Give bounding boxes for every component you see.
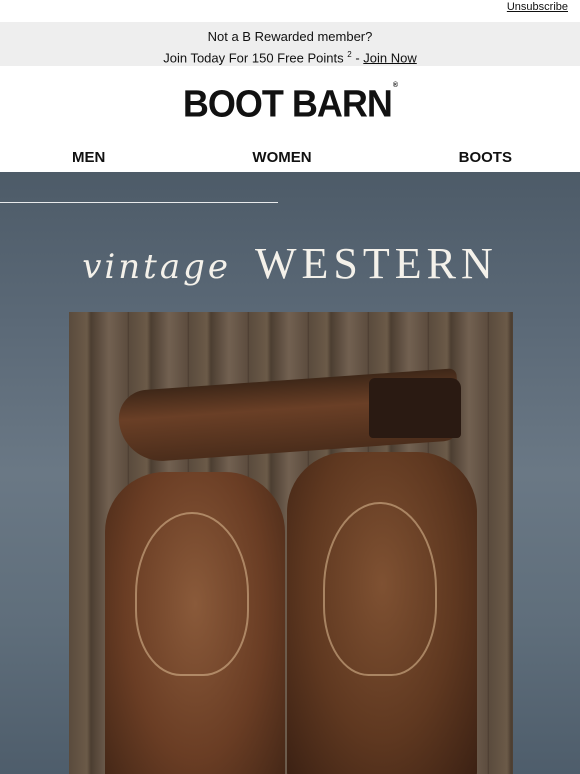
- nav-item-men[interactable]: MEN: [72, 149, 105, 166]
- boot-shaft-left: [105, 472, 285, 774]
- promo-line-2: Join Today For 150 Free Points 2 - Join …: [0, 46, 580, 67]
- boot-shaft-right: [287, 452, 477, 774]
- nav-item-women[interactable]: WOMEN: [252, 149, 311, 166]
- hero-headline: vintage WESTERN: [0, 238, 580, 289]
- boot-barn-logo[interactable]: BOOT BARN®: [182, 81, 398, 126]
- hero-divider-line: [0, 202, 278, 203]
- join-now-link[interactable]: Join Now: [363, 50, 416, 65]
- unsubscribe-link[interactable]: Unsubscribe: [507, 0, 568, 14]
- rewards-promo-banner: Not a B Rewarded member? Join Today For …: [0, 22, 580, 66]
- top-link-row: Unsubscribe: [0, 0, 580, 22]
- promo-line-1: Not a B Rewarded member?: [207, 29, 373, 44]
- boot-heel-shape: [369, 378, 461, 438]
- logo-container: BOOT BARN®: [0, 66, 580, 142]
- hero-script-word: vintage: [82, 247, 232, 287]
- boots-photo[interactable]: [69, 312, 513, 774]
- hero-caps-word: WESTERN: [255, 239, 498, 288]
- hero-banner[interactable]: vintage WESTERN: [0, 172, 580, 774]
- promo-footnote-marker: 2: [347, 50, 352, 59]
- nav-item-boots[interactable]: BOOTS: [459, 149, 512, 166]
- registered-mark: ®: [392, 81, 398, 90]
- main-nav: MEN WOMEN BOOTS: [0, 142, 580, 172]
- logo-text: BOOT BARN: [182, 81, 393, 125]
- stitch-pattern-right: [323, 502, 437, 676]
- stitch-pattern-left: [135, 512, 249, 676]
- promo-offer-text: Join Today For 150 Free Points: [163, 50, 344, 66]
